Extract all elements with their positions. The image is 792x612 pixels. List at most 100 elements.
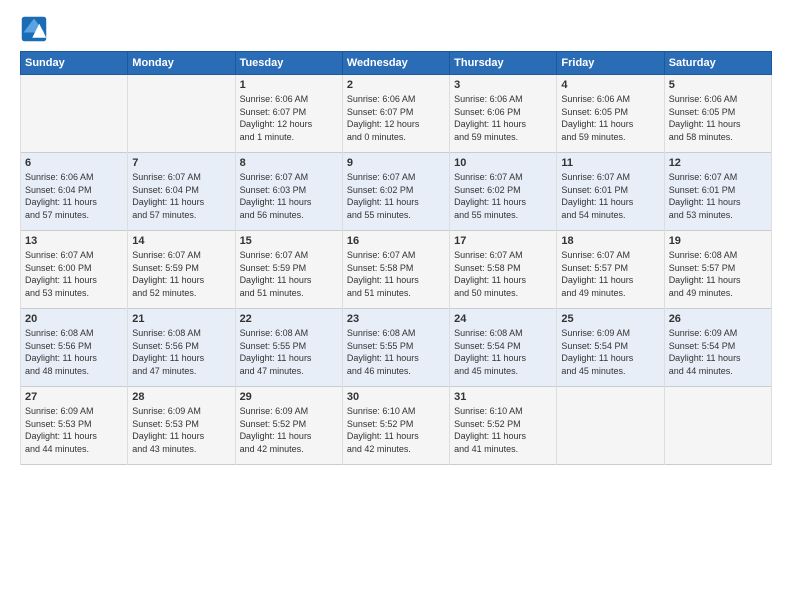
calendar-cell: 14 Sunrise: 6:07 AM Sunset: 5:59 PM Dayli… xyxy=(128,231,235,309)
calendar-cell: 27Sunrise: 6:09 AM Sunset: 5:53 PM Dayli… xyxy=(21,387,128,465)
day-number: 7 xyxy=(132,157,230,169)
day-number: 26 xyxy=(669,313,767,325)
cell-info: Sunrise: 6:06 AM Sunset: 6:05 PM Dayligh… xyxy=(669,93,767,143)
calendar-cell: 28 Sunrise: 6:09 AM Sunset: 5:53 PM Dayli… xyxy=(128,387,235,465)
calendar-cell: 8 Sunrise: 6:07 AM Sunset: 6:03 PM Daylig… xyxy=(235,153,342,231)
header-row: SundayMondayTuesdayWednesdayThursdayFrid… xyxy=(21,52,772,75)
day-number: 23 xyxy=(347,313,445,325)
calendar-cell: 9 Sunrise: 6:07 AM Sunset: 6:02 PM Daylig… xyxy=(342,153,449,231)
cell-info: Sunrise: 6:07 AM Sunset: 5:59 PM Dayligh… xyxy=(132,249,230,299)
page: SundayMondayTuesdayWednesdayThursdayFrid… xyxy=(0,0,792,612)
calendar-cell: 21 Sunrise: 6:08 AM Sunset: 5:56 PM Dayli… xyxy=(128,309,235,387)
calendar-cell: 23 Sunrise: 6:08 AM Sunset: 5:55 PM Dayli… xyxy=(342,309,449,387)
day-number: 24 xyxy=(454,313,552,325)
calendar-cell: 31 Sunrise: 6:10 AM Sunset: 5:52 PM Dayli… xyxy=(450,387,557,465)
cell-info: Sunrise: 6:07 AM Sunset: 6:03 PM Dayligh… xyxy=(240,171,338,221)
day-number: 9 xyxy=(347,157,445,169)
cell-info: Sunrise: 6:07 AM Sunset: 6:01 PM Dayligh… xyxy=(669,171,767,221)
calendar-cell xyxy=(557,387,664,465)
calendar-cell: 6 Sunrise: 6:06 AM Sunset: 6:04 PM Daylig… xyxy=(21,153,128,231)
day-number: 27 xyxy=(25,391,123,403)
cell-info: Sunrise: 6:09 AM Sunset: 5:54 PM Dayligh… xyxy=(561,327,659,377)
day-number: 15 xyxy=(240,235,338,247)
calendar-cell: 1 Sunrise: 6:06 AM Sunset: 6:07 PM Daylig… xyxy=(235,75,342,153)
day-number: 4 xyxy=(561,79,659,91)
day-number: 3 xyxy=(454,79,552,91)
header xyxy=(20,15,772,43)
calendar-cell: 17 Sunrise: 6:07 AM Sunset: 5:58 PM Dayli… xyxy=(450,231,557,309)
calendar-cell: 11 Sunrise: 6:07 AM Sunset: 6:01 PM Dayli… xyxy=(557,153,664,231)
cell-info: Sunrise: 6:09 AM Sunset: 5:54 PM Dayligh… xyxy=(669,327,767,377)
day-number: 25 xyxy=(561,313,659,325)
calendar-cell: 10Sunrise: 6:07 AM Sunset: 6:02 PM Dayli… xyxy=(450,153,557,231)
calendar-cell: 4Sunrise: 6:06 AM Sunset: 6:05 PM Daylig… xyxy=(557,75,664,153)
cell-info: Sunrise: 6:06 AM Sunset: 6:07 PM Dayligh… xyxy=(240,93,338,143)
calendar-cell: 18Sunrise: 6:07 AM Sunset: 5:57 PM Dayli… xyxy=(557,231,664,309)
calendar-cell: 30 Sunrise: 6:10 AM Sunset: 5:52 PM Dayli… xyxy=(342,387,449,465)
cell-info: Sunrise: 6:07 AM Sunset: 6:02 PM Dayligh… xyxy=(347,171,445,221)
day-number: 30 xyxy=(347,391,445,403)
calendar-week-row: 27 Sunrise: 6:09 AM Sunset: 5:53 PM Dayli… xyxy=(21,387,772,465)
logo-area xyxy=(20,15,52,43)
weekday-header: Saturday xyxy=(664,52,771,75)
day-number: 11 xyxy=(561,157,659,169)
calendar-cell: 12 Sunrise: 6:07 AM Sunset: 6:01 PM Dayli… xyxy=(664,153,771,231)
calendar-week-row: 6 Sunrise: 6:06 AM Sunset: 6:04 PM Daylig… xyxy=(21,153,772,231)
weekday-header: Tuesday xyxy=(235,52,342,75)
logo-icon xyxy=(20,15,48,43)
day-number: 13 xyxy=(25,235,123,247)
day-number: 6 xyxy=(25,157,123,169)
day-number: 22 xyxy=(240,313,338,325)
calendar-table: SundayMondayTuesdayWednesdayThursdayFrid… xyxy=(20,51,772,465)
calendar-week-row: 1 Sunrise: 6:06 AM Sunset: 6:07 PM Daylig… xyxy=(21,75,772,153)
cell-info: Sunrise: 6:09 AM Sunset: 5:53 PM Dayligh… xyxy=(132,405,230,455)
day-number: 12 xyxy=(669,157,767,169)
day-number: 2 xyxy=(347,79,445,91)
calendar-cell: 29 Sunrise: 6:09 AM Sunset: 5:52 PM Dayli… xyxy=(235,387,342,465)
weekday-header: Wednesday xyxy=(342,52,449,75)
weekday-header: Friday xyxy=(557,52,664,75)
cell-info: Sunrise: 6:08 AM Sunset: 5:57 PM Dayligh… xyxy=(669,249,767,299)
day-number: 20 xyxy=(25,313,123,325)
day-number: 31 xyxy=(454,391,552,403)
cell-info: Sunrise: 6:08 AM Sunset: 5:54 PM Dayligh… xyxy=(454,327,552,377)
calendar-cell: 5Sunrise: 6:06 AM Sunset: 6:05 PM Daylig… xyxy=(664,75,771,153)
calendar-cell: 2 Sunrise: 6:06 AM Sunset: 6:07 PM Daylig… xyxy=(342,75,449,153)
cell-info: Sunrise: 6:07 AM Sunset: 5:58 PM Dayligh… xyxy=(347,249,445,299)
weekday-header: Sunday xyxy=(21,52,128,75)
day-number: 14 xyxy=(132,235,230,247)
calendar-cell: 7 Sunrise: 6:07 AM Sunset: 6:04 PM Daylig… xyxy=(128,153,235,231)
calendar-cell: 24 Sunrise: 6:08 AM Sunset: 5:54 PM Dayli… xyxy=(450,309,557,387)
day-number: 8 xyxy=(240,157,338,169)
day-number: 19 xyxy=(669,235,767,247)
cell-info: Sunrise: 6:06 AM Sunset: 6:06 PM Dayligh… xyxy=(454,93,552,143)
cell-info: Sunrise: 6:07 AM Sunset: 6:04 PM Dayligh… xyxy=(132,171,230,221)
cell-info: Sunrise: 6:07 AM Sunset: 6:01 PM Dayligh… xyxy=(561,171,659,221)
day-number: 21 xyxy=(132,313,230,325)
calendar-cell xyxy=(21,75,128,153)
calendar-cell: 25 Sunrise: 6:09 AM Sunset: 5:54 PM Dayli… xyxy=(557,309,664,387)
day-number: 29 xyxy=(240,391,338,403)
calendar-cell: 22 Sunrise: 6:08 AM Sunset: 5:55 PM Dayli… xyxy=(235,309,342,387)
calendar-week-row: 13 Sunrise: 6:07 AM Sunset: 6:00 PM Dayli… xyxy=(21,231,772,309)
day-number: 17 xyxy=(454,235,552,247)
cell-info: Sunrise: 6:06 AM Sunset: 6:04 PM Dayligh… xyxy=(25,171,123,221)
cell-info: Sunrise: 6:10 AM Sunset: 5:52 PM Dayligh… xyxy=(347,405,445,455)
cell-info: Sunrise: 6:08 AM Sunset: 5:56 PM Dayligh… xyxy=(132,327,230,377)
calendar-cell: 13 Sunrise: 6:07 AM Sunset: 6:00 PM Dayli… xyxy=(21,231,128,309)
day-number: 1 xyxy=(240,79,338,91)
cell-info: Sunrise: 6:07 AM Sunset: 6:00 PM Dayligh… xyxy=(25,249,123,299)
cell-info: Sunrise: 6:07 AM Sunset: 6:02 PM Dayligh… xyxy=(454,171,552,221)
day-number: 28 xyxy=(132,391,230,403)
cell-info: Sunrise: 6:09 AM Sunset: 5:52 PM Dayligh… xyxy=(240,405,338,455)
cell-info: Sunrise: 6:08 AM Sunset: 5:56 PM Dayligh… xyxy=(25,327,123,377)
calendar-cell: 3 Sunrise: 6:06 AM Sunset: 6:06 PM Daylig… xyxy=(450,75,557,153)
weekday-header: Monday xyxy=(128,52,235,75)
calendar-cell xyxy=(664,387,771,465)
cell-info: Sunrise: 6:08 AM Sunset: 5:55 PM Dayligh… xyxy=(240,327,338,377)
calendar-cell xyxy=(128,75,235,153)
cell-info: Sunrise: 6:07 AM Sunset: 5:58 PM Dayligh… xyxy=(454,249,552,299)
cell-info: Sunrise: 6:08 AM Sunset: 5:55 PM Dayligh… xyxy=(347,327,445,377)
cell-info: Sunrise: 6:06 AM Sunset: 6:07 PM Dayligh… xyxy=(347,93,445,143)
cell-info: Sunrise: 6:10 AM Sunset: 5:52 PM Dayligh… xyxy=(454,405,552,455)
